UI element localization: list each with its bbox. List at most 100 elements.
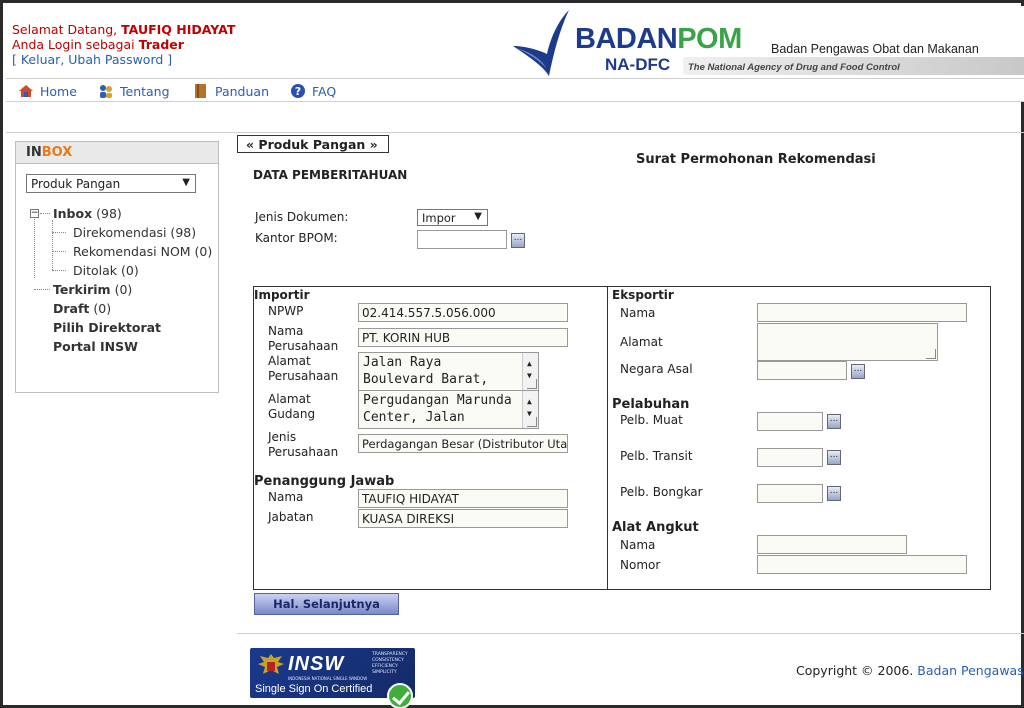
nav-faq-label: FAQ [312, 83, 337, 99]
insw-subtitle: INDONESIA NATIONAL SINGLE WINDOW [288, 676, 368, 681]
pelb-muat-lookup-button[interactable]: ... [827, 414, 841, 429]
tree-rekomendasi-nom[interactable]: Rekomendasi NOM (0) [73, 244, 212, 259]
npwp-input[interactable]: 02.414.557.5.056.000 [358, 303, 568, 322]
sso-label: Single Sign On Certified [255, 683, 373, 695]
nav-faq[interactable]: ? FAQ [290, 82, 336, 100]
inbox-panel: INBOX Produk Pangan ▼ − Inbox (98) Direk… [15, 141, 219, 393]
negara-asal-input[interactable] [757, 361, 847, 380]
pelb-transit-label: Pelb. Transit [620, 449, 693, 463]
next-page-button[interactable]: Hal. Selanjutnya [254, 593, 399, 615]
divider [6, 132, 1024, 133]
textarea-line: Jalan Raya [363, 355, 442, 370]
pelabuhan-title: Pelabuhan [612, 397, 690, 412]
logout-link[interactable]: Keluar [21, 52, 60, 67]
nav-about-label: Tentang [120, 83, 170, 99]
logo-title: BADANPOM [575, 23, 742, 55]
kantor-bpom-label: Kantor BPOM: [255, 231, 338, 245]
pelb-muat-label: Pelb. Muat [620, 413, 683, 427]
nav-home[interactable]: Home [18, 82, 77, 100]
bpom-swoosh-icon [513, 10, 569, 76]
nav-guide[interactable]: Panduan [193, 82, 269, 100]
pelb-bongkar-label: Pelb. Bongkar [620, 485, 703, 499]
insw-tagline: TRANSPARENCY CONSISTENCY EFFICIENCY SIMPLIC… [372, 652, 408, 675]
pelb-bongkar-input[interactable] [757, 484, 823, 503]
pelb-transit-input[interactable] [757, 448, 823, 467]
tree-inbox[interactable]: Inbox (98) [53, 206, 122, 221]
product-tab[interactable]: « Produk Pangan » [237, 135, 389, 153]
logo-subtitle: Badan Pengawas Obat dan Makanan [771, 42, 979, 56]
page-title: Surat Permohonan Rekomendasi [636, 152, 876, 167]
welcome-block: Selamat Datang, TAUFIQ HIDAYAT Anda Logi… [12, 22, 235, 67]
resize-grip-icon[interactable] [527, 379, 537, 389]
eksportir-alamat-textarea[interactable] [757, 323, 938, 361]
user-name: TAUFIQ HIDAYAT [121, 22, 236, 37]
textarea-line: Boulevard Barat, [363, 372, 489, 387]
angkut-nama-input[interactable] [757, 535, 907, 554]
tree-ditolak[interactable]: Ditolak (0) [73, 263, 139, 278]
tree-line [40, 213, 50, 214]
inbox-select-value: Produk Pangan [31, 177, 121, 191]
importir-title: Importir [254, 288, 310, 302]
tree-direkomendasi[interactable]: Direkomendasi (98) [73, 225, 196, 240]
tree-line [52, 232, 66, 233]
resize-grip-icon[interactable] [527, 417, 537, 427]
jenis-dokumen-select[interactable]: Impor ▼ [417, 209, 488, 226]
bpom-logo: BADANPOM Badan Pengawas Obat dan Makanan… [503, 6, 1024, 78]
tree-line [34, 219, 35, 278]
pj-jabatan-input[interactable]: KUASA DIREKSI [358, 509, 568, 528]
user-role: Trader [138, 37, 184, 52]
tree-pilih-direktorat[interactable]: Pilih Direktorat [53, 320, 161, 335]
pelb-muat-input[interactable] [757, 412, 823, 431]
tree-line [52, 251, 66, 252]
nama-perusahaan-input[interactable]: PT. KORIN HUB [358, 328, 568, 347]
pelb-bongkar-lookup-button[interactable]: ... [827, 486, 841, 501]
collapse-icon[interactable]: − [30, 209, 39, 218]
jenis-dokumen-label: Jenis Dokumen: [255, 210, 349, 224]
eksportir-nama-input[interactable] [757, 303, 967, 322]
book-icon [195, 84, 206, 98]
kantor-bpom-input[interactable] [417, 230, 507, 249]
angkut-nama-label: Nama [620, 538, 656, 552]
angkut-nomor-label: Nomor [620, 558, 661, 572]
alamat-perusahaan-textarea[interactable]: Jalan Raya Boulevard Barat, ▲ ▼ [358, 352, 539, 391]
alamat-gudang-textarea[interactable]: Pergudangan Marunda Center, Jalan ▲ ▼ [358, 390, 539, 429]
copyright-link[interactable]: Badan Pengawas [917, 663, 1023, 678]
app-frame: Selamat Datang, TAUFIQ HIDAYAT Anda Logi… [0, 0, 1024, 708]
pj-nama-label: Nama [268, 490, 304, 504]
pelb-transit-lookup-button[interactable]: ... [827, 450, 841, 465]
tree-terkirim[interactable]: Terkirim (0) [53, 282, 132, 297]
nav-guide-label: Panduan [215, 83, 269, 99]
section-title: DATA PEMBERITAHUAN [253, 168, 408, 182]
eksportir-nama-label: Nama [620, 306, 656, 320]
garuda-emblem-icon [258, 654, 284, 674]
check-icon [387, 683, 413, 708]
inbox-product-select[interactable]: Produk Pangan ▼ [26, 174, 196, 193]
resize-grip-icon[interactable] [926, 349, 936, 359]
header: Selamat Datang, TAUFIQ HIDAYAT Anda Logi… [6, 6, 1024, 78]
jenis-dokumen-value: Impor [422, 211, 456, 225]
alat-angkut-title: Alat Angkut [612, 520, 699, 535]
nama-perusahaan-label: Nama Perusahaan [268, 324, 339, 353]
kantor-bpom-lookup-button[interactable]: ... [511, 233, 525, 248]
home-icon [19, 85, 33, 97]
tree-portal-insw[interactable]: Portal INSW [53, 339, 138, 354]
nav-home-label: Home [40, 83, 77, 99]
textarea-line: Center, Jalan [363, 410, 465, 425]
bracket-open: [ [12, 52, 21, 67]
angkut-nomor-input[interactable] [757, 555, 967, 574]
negara-asal-label: Negara Asal [620, 362, 693, 376]
jenis-perusahaan-input[interactable]: Perdagangan Besar (Distributor Utam [358, 434, 568, 453]
tree-line [52, 270, 66, 271]
chevron-down-icon: ▼ [474, 211, 482, 222]
nav-about[interactable]: Tentang [98, 82, 170, 100]
change-password-link[interactable]: Ubah Password [68, 52, 163, 67]
inbox-title: INBOX [16, 142, 218, 164]
negara-asal-lookup-button[interactable]: ... [851, 364, 865, 379]
top-nav: Home Tentang Panduan ? FAQ [6, 78, 1024, 102]
pj-nama-input[interactable]: TAUFIQ HIDAYAT [358, 489, 568, 508]
penanggung-jawab-title: Penanggung Jawab [254, 474, 395, 489]
alamat-perusahaan-label: Alamat Perusahaan [268, 354, 339, 383]
tree-draft[interactable]: Draft (0) [53, 301, 111, 316]
pj-jabatan-label: Jabatan [268, 510, 314, 524]
bracket-close: ] [163, 52, 173, 67]
